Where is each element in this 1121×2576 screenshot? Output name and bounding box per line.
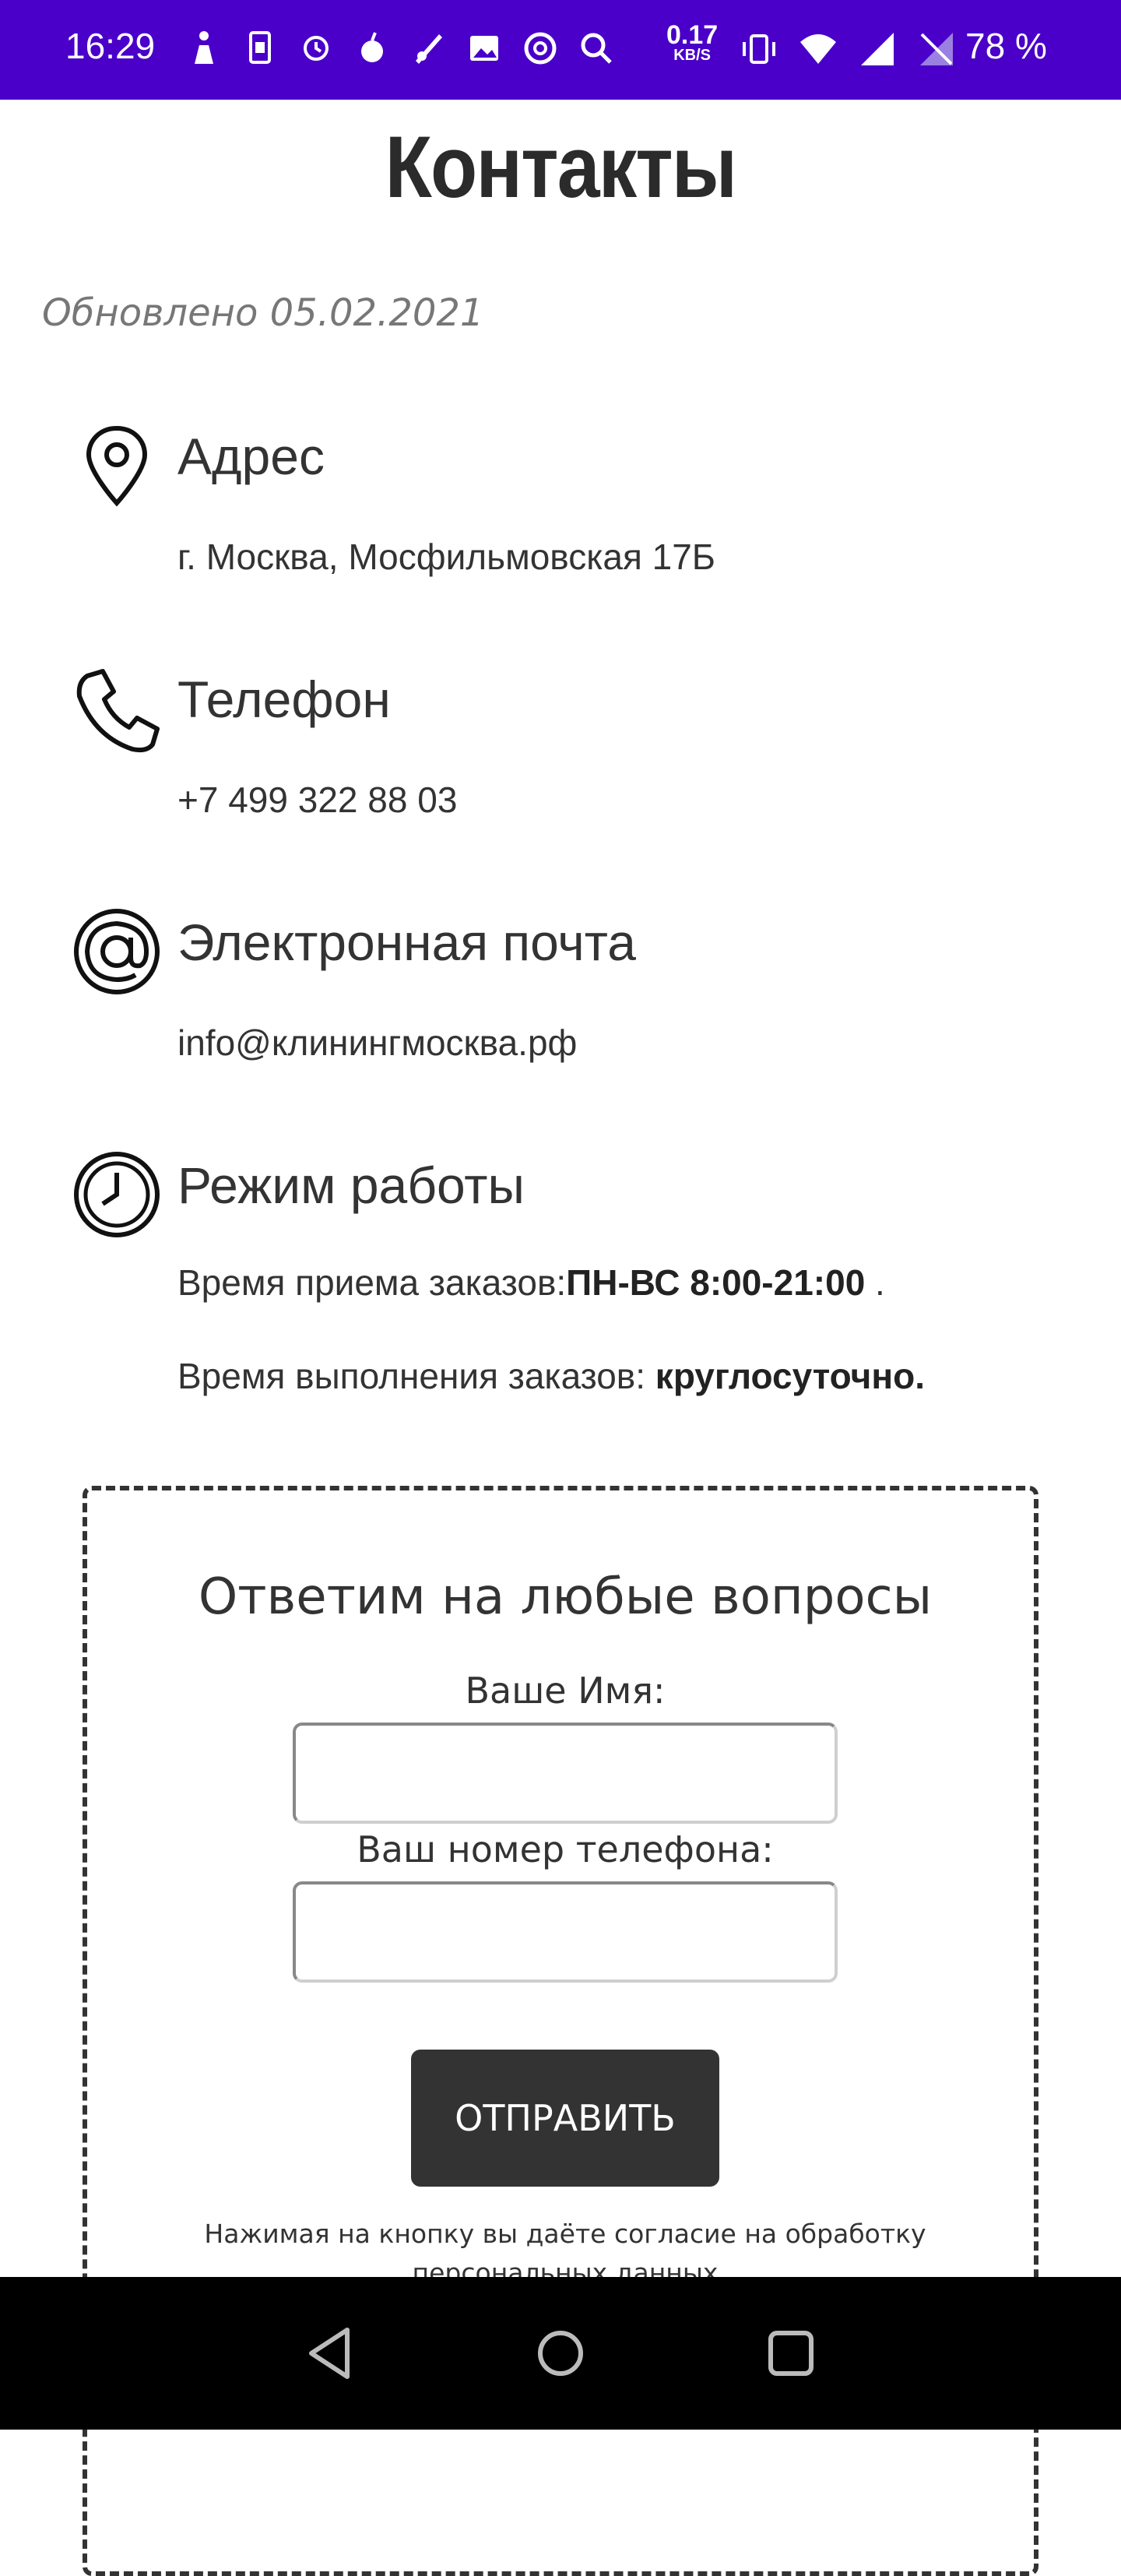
hours-line-execution: Время выполнения заказов: круглосуточно. [177, 1355, 925, 1397]
rocket-icon [408, 28, 448, 69]
no-signal-icon [915, 28, 958, 70]
phone-icon [72, 665, 162, 755]
image-icon [464, 28, 504, 69]
hours-orders-label: Время приема заказов: [177, 1262, 567, 1303]
home-icon[interactable] [529, 2322, 592, 2384]
back-icon[interactable] [300, 2322, 363, 2384]
name-input[interactable] [293, 1723, 838, 1824]
updated-date: Обновлено 05.02.2021 [42, 291, 484, 335]
status-bar: 16:29 0.17 KB/S 78 % [0, 0, 1121, 100]
submit-button[interactable]: ОТПРАВИТЬ [411, 2050, 719, 2187]
figure-icon [184, 28, 224, 69]
email-title: Электронная почта [177, 913, 636, 971]
phone-input[interactable] [293, 1881, 838, 1983]
email-text[interactable]: info@клинингмосква.рф [177, 1022, 577, 1064]
sim-icon [240, 28, 280, 69]
phone-title: Телефон [177, 670, 391, 728]
status-time: 16:29 [65, 26, 156, 66]
hours-title: Режим работы [177, 1156, 525, 1214]
fruit-icon [352, 28, 392, 69]
signal-icon [856, 28, 898, 70]
page-title: Контакты [385, 118, 737, 216]
at-icon [520, 28, 560, 69]
hours-execution-label: Время выполнения заказов: [177, 1356, 655, 1396]
address-title: Адрес [177, 428, 325, 485]
name-label: Ваше Имя: [465, 1670, 666, 1712]
at-sign-icon [72, 906, 162, 997]
navigation-bar [0, 2277, 1121, 2430]
wifi-icon [797, 28, 839, 70]
hours-line-orders: Время приема заказов:ПН-ВС 8:00-21:00 . [177, 1262, 885, 1304]
recents-icon[interactable] [760, 2322, 822, 2384]
hours-orders-suffix: . [865, 1262, 885, 1303]
system-icons [738, 28, 958, 70]
network-speed-value: 0.17 [666, 20, 719, 50]
hours-execution-value: круглосуточно. [655, 1356, 925, 1396]
watch-icon [296, 28, 336, 69]
search-icon [576, 28, 617, 69]
address-text: г. Москва, Мосфильмовская 17Б [177, 537, 715, 577]
hours-orders-value: ПН-ВС 8:00-21:00 [566, 1262, 866, 1303]
phone-label: Ваш номер телефона: [357, 1828, 774, 1870]
notification-icons [184, 28, 617, 69]
network-speed-unit: KB/S [673, 47, 711, 64]
phone-text[interactable]: +7 499 322 88 03 [177, 779, 457, 821]
vibrate-icon [738, 28, 780, 70]
network-speed: 0.17 KB/S [666, 20, 719, 64]
form-title: Ответим на любые вопросы [198, 1568, 933, 1626]
clock-icon [72, 1149, 162, 1240]
battery-level: 78 % [965, 26, 1047, 66]
location-pin-icon [72, 421, 162, 511]
